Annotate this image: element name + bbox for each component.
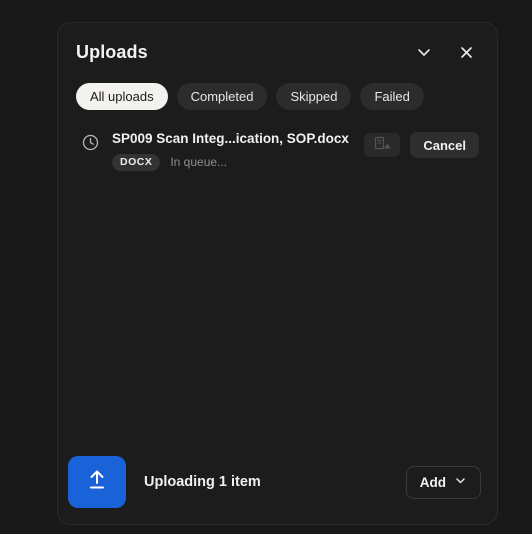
header-actions [411,39,479,65]
close-panel-button[interactable] [453,39,479,65]
screen: Uploads All uploads Completed Skipped Fa… [0,0,532,534]
clock-icon [80,132,100,152]
uploads-panel: Uploads All uploads Completed Skipped Fa… [57,22,498,525]
panel-footer: Uploading 1 item Add [58,446,497,524]
file-preview-icon [372,136,392,154]
collapse-panel-button[interactable] [411,39,437,65]
upload-item-details: SP009 Scan Integ...ication, SOP.docx DOC… [112,130,364,171]
upload-arrow-icon [83,466,111,499]
upload-item-actions: Cancel [364,132,479,158]
upload-file-name: SP009 Scan Integ...ication, SOP.docx [112,131,349,146]
filter-chip-group: All uploads Completed Skipped Failed [58,69,497,110]
add-button[interactable]: Add [405,465,481,499]
upload-button[interactable] [68,456,126,508]
chevron-down-icon [454,474,467,490]
footer-status-text: Uploading 1 item [144,474,261,490]
filter-chip-all-uploads[interactable]: All uploads [76,83,168,110]
upload-list: SP009 Scan Integ...ication, SOP.docx DOC… [58,110,497,446]
upload-list-item: SP009 Scan Integ...ication, SOP.docx DOC… [72,126,483,175]
upload-file-meta: DOCX In queue... [112,154,364,171]
panel-header: Uploads [58,23,497,69]
upload-status-text: In queue... [170,155,228,170]
close-icon [458,44,475,61]
cancel-upload-button[interactable]: Cancel [410,132,479,158]
filter-chip-failed[interactable]: Failed [360,83,424,110]
filter-chip-completed[interactable]: Completed [176,83,268,110]
file-preview-button[interactable] [364,133,401,157]
chevron-down-icon [415,43,433,61]
add-button-label: Add [419,474,446,490]
filter-chip-skipped[interactable]: Skipped [276,83,352,110]
file-type-badge: DOCX [112,154,161,171]
page-title: Uploads [76,41,148,62]
